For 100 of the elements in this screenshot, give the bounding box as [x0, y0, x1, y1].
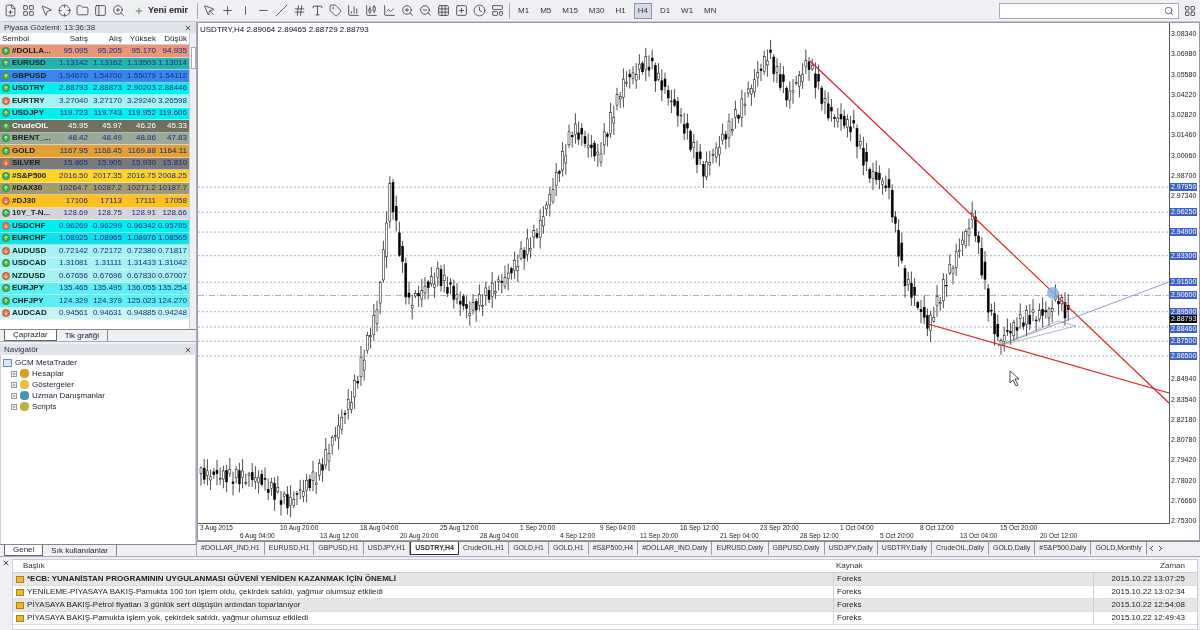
- trend-line[interactable]: [809, 60, 1170, 404]
- column-header[interactable]: Düşük: [158, 32, 189, 45]
- price-cell-text: 0.72142: [58, 244, 89, 257]
- timeframe-button[interactable]: M30: [585, 2, 608, 19]
- price-cell-text: 2008.25: [158, 169, 188, 182]
- news-time: 2015.10.22 13:02:34: [1093, 586, 1197, 598]
- trendline-icon[interactable]: [275, 4, 289, 17]
- expand-icon[interactable]: [11, 370, 17, 377]
- price-cell-text: 119.952: [126, 107, 157, 120]
- symbol-row[interactable]: #S&P500 2016.50 2017.35 2016.75 2008.25: [0, 170, 189, 183]
- grid-icon[interactable]: [437, 4, 451, 17]
- timeframe-button[interactable]: H1: [612, 2, 629, 19]
- price-cell-text: 1.31111: [93, 257, 123, 270]
- news-title: *ECB: YUNANİSTAN PROGRAMININ UYGULANMASI GÜVENİ YENİDEN KAZANMAK İÇİN ÖNEMLİ: [27, 573, 396, 585]
- price-cell-text: 47.83: [165, 132, 188, 145]
- timeframe-button[interactable]: D1: [656, 2, 674, 19]
- symbol-row[interactable]: GOLD 1167.95 1168.45 1169.88 1164.11: [0, 145, 189, 158]
- symbol-row[interactable]: USDCHF 0.96269 0.96299 0.96342 0.95785: [0, 220, 189, 233]
- column-header[interactable]: Satış: [56, 32, 90, 45]
- search-field[interactable]: [999, 2, 1179, 19]
- symbol-row[interactable]: NZDUSD 0.67656 0.67696 0.67830 0.67007: [0, 270, 189, 283]
- zoom-icon[interactable]: [112, 4, 125, 17]
- news-row[interactable]: PİYASAYA BAKIŞ-Pamukta işlem yok, çekirdek satıldı, yağmur olumsuz etkiledi Foreks 2015.10.22 12:49:43: [13, 612, 1197, 625]
- tree-item[interactable]: GCM MetaTrader: [15, 356, 77, 369]
- price-cell-text: 124.329: [58, 294, 89, 307]
- price-cell-text: 0.72380: [126, 244, 157, 257]
- crosshair-icon[interactable]: [58, 4, 71, 17]
- symbol-row[interactable]: EURTRY 3.27040 3.27170 3.29240 3.26598: [0, 95, 189, 108]
- column-header[interactable]: Başlık: [13, 560, 833, 572]
- close-icon[interactable]: [2, 559, 10, 567]
- panel-tab[interactable]: Tik grafiği: [56, 330, 109, 341]
- news-source: Foreks: [833, 586, 1093, 598]
- symbol-name: SILVER: [12, 157, 41, 170]
- column-header[interactable]: Kaynak: [833, 560, 1093, 572]
- label-icon[interactable]: [329, 4, 343, 17]
- price-cell-text: 1.13142: [58, 57, 89, 70]
- new-chart-icon[interactable]: [4, 4, 17, 17]
- symbol-name: AUDCAD: [12, 307, 47, 320]
- scrollbar[interactable]: [189, 33, 196, 329]
- panel-tab[interactable]: Çaprazlar: [4, 330, 57, 341]
- symbol-row[interactable]: CHFJPY 124.329 124.379 125.023 124.270: [0, 295, 189, 308]
- panel-icon[interactable]: [1184, 4, 1196, 17]
- triangle-lines[interactable]: [997, 320, 1077, 347]
- mouse-pointer-icon: [1009, 370, 1020, 387]
- timeframe-button[interactable]: MN: [701, 2, 720, 19]
- price-cell-text: 15.930: [130, 157, 157, 170]
- line-chart-icon[interactable]: [383, 4, 397, 17]
- news-row[interactable]: *ECB: YUNANİSTAN PROGRAMININ UYGULANMASI GÜVENİ YENİDEN KAZANMAK İÇİN ÖNEMLİ Foreks 2015.10.22 13:07:25: [13, 573, 1197, 586]
- timeframe-button[interactable]: M5: [537, 2, 555, 19]
- price-cell-text: 2.88793: [58, 82, 89, 95]
- candlestick-icon[interactable]: [365, 4, 379, 17]
- column-header[interactable]: Sembol: [0, 32, 56, 45]
- tree-item[interactable]: Uzman Danışmanlar: [32, 389, 105, 402]
- template-icon[interactable]: [491, 4, 505, 17]
- price-cell-text: 45.97: [100, 119, 123, 132]
- text-icon[interactable]: [311, 4, 325, 17]
- price-cell-text: 128.75: [96, 207, 123, 220]
- zoom-in-icon[interactable]: [401, 4, 415, 17]
- panel-tab[interactable]: Genel: [4, 545, 44, 556]
- zoom-out-icon[interactable]: [419, 4, 433, 17]
- symbol-row[interactable]: CrudeOIL 45.95 45.97 46.26 45.33: [0, 120, 189, 133]
- folder-icon[interactable]: [76, 4, 89, 17]
- expand-icon[interactable]: [11, 392, 17, 399]
- price-cell-text: 45.33: [165, 119, 188, 132]
- price-cell-text: 48.42: [66, 132, 89, 145]
- news-row[interactable]: PİYASAYA BAKIŞ-Petrol fiyatları 3 günlük sert düşüşün ardından toparlanıyor Foreks 2015.10.22 12:54:08: [13, 599, 1197, 612]
- column-header[interactable]: Zaman: [1093, 560, 1197, 572]
- channel-icon[interactable]: [293, 4, 307, 17]
- symbol-row[interactable]: GBPUSD 1.54670 1.54700 1.55079 1.54112: [0, 70, 189, 83]
- price-cell-text: 0.94631: [92, 307, 123, 320]
- crosshair-icon[interactable]: [221, 4, 235, 17]
- expand-icon[interactable]: [11, 403, 17, 410]
- symbol-row[interactable]: AUDUSD 0.72142 0.72172 0.72380 0.71817: [0, 245, 189, 258]
- profiles-icon[interactable]: [22, 4, 35, 17]
- timeframe-button[interactable]: H4: [633, 2, 652, 19]
- timeframe-button[interactable]: M15: [559, 2, 581, 19]
- new-order-button[interactable]: Yeni emir: [130, 2, 193, 19]
- close-icon[interactable]: [184, 345, 192, 354]
- pointer-icon[interactable]: [40, 4, 53, 17]
- price-cell-text: 95.095: [62, 44, 89, 57]
- close-icon[interactable]: [184, 23, 192, 32]
- bar-chart-icon[interactable]: [347, 4, 361, 17]
- tree-item[interactable]: Göstergeler: [32, 378, 74, 391]
- tree-item[interactable]: Hesaplar: [32, 367, 64, 380]
- timeframe-button[interactable]: M1: [515, 2, 533, 19]
- cursor-icon[interactable]: [203, 4, 217, 17]
- news-row[interactable]: YENİLEME-PİYASAYA BAKIŞ-Pamukta 100 ton işlem oldu, çekirdek satıldı, yağmur olumsuz etkiledi Foreks 2015.10.22 13:02:34: [13, 586, 1197, 599]
- column-header[interactable]: Yüksek: [124, 32, 158, 45]
- trend-line[interactable]: [927, 323, 1170, 394]
- timeframe-button[interactable]: W1: [678, 2, 697, 19]
- clock-icon[interactable]: [473, 4, 487, 17]
- symbol-row[interactable]: #DJ30 17106 17113 17111 17058: [0, 195, 189, 208]
- symbol-row[interactable]: #DOLLA... 95.095 95.205 95.170 94.935: [0, 45, 189, 58]
- column-header[interactable]: Alış: [90, 32, 124, 45]
- symbol-name: EURJPY: [12, 282, 44, 295]
- panel-icon[interactable]: [94, 4, 107, 17]
- expand-icon[interactable]: [11, 381, 17, 388]
- symbol-name: USDCAD: [12, 257, 47, 270]
- tree-item[interactable]: Scripts: [32, 400, 57, 413]
- news-source: Foreks: [833, 599, 1093, 611]
